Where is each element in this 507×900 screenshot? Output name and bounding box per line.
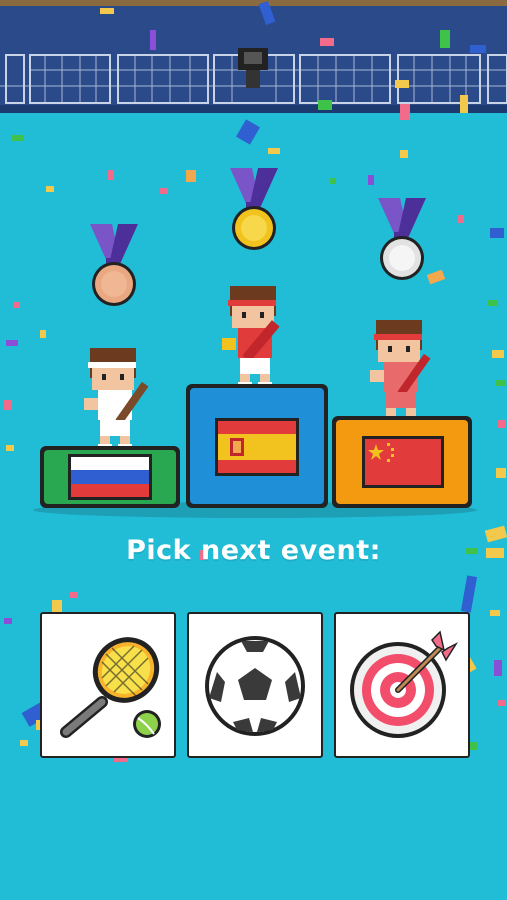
event-card-archery[interactable] (334, 612, 470, 758)
tennis-racket-icon (60, 637, 161, 738)
podium-first-block (186, 384, 328, 508)
china-flag (362, 436, 444, 488)
target-icon (350, 630, 459, 738)
game-stage: Pick next event: (0, 0, 507, 900)
soccer-ball-icon (205, 636, 305, 736)
russia-flag (68, 454, 152, 500)
event-card-soccer[interactable] (187, 612, 323, 758)
spain-flag (215, 418, 299, 476)
gold-medal-icon (230, 168, 278, 250)
player-first-place (222, 286, 280, 388)
podium-third-block (332, 416, 472, 508)
event-card-tennis[interactable] (40, 612, 176, 758)
podium-second-block (40, 446, 180, 508)
silver-medal-icon (378, 198, 426, 280)
bronze-medal-icon (90, 224, 138, 306)
prompt-heading: Pick next event: (126, 535, 381, 566)
podium (33, 384, 477, 518)
